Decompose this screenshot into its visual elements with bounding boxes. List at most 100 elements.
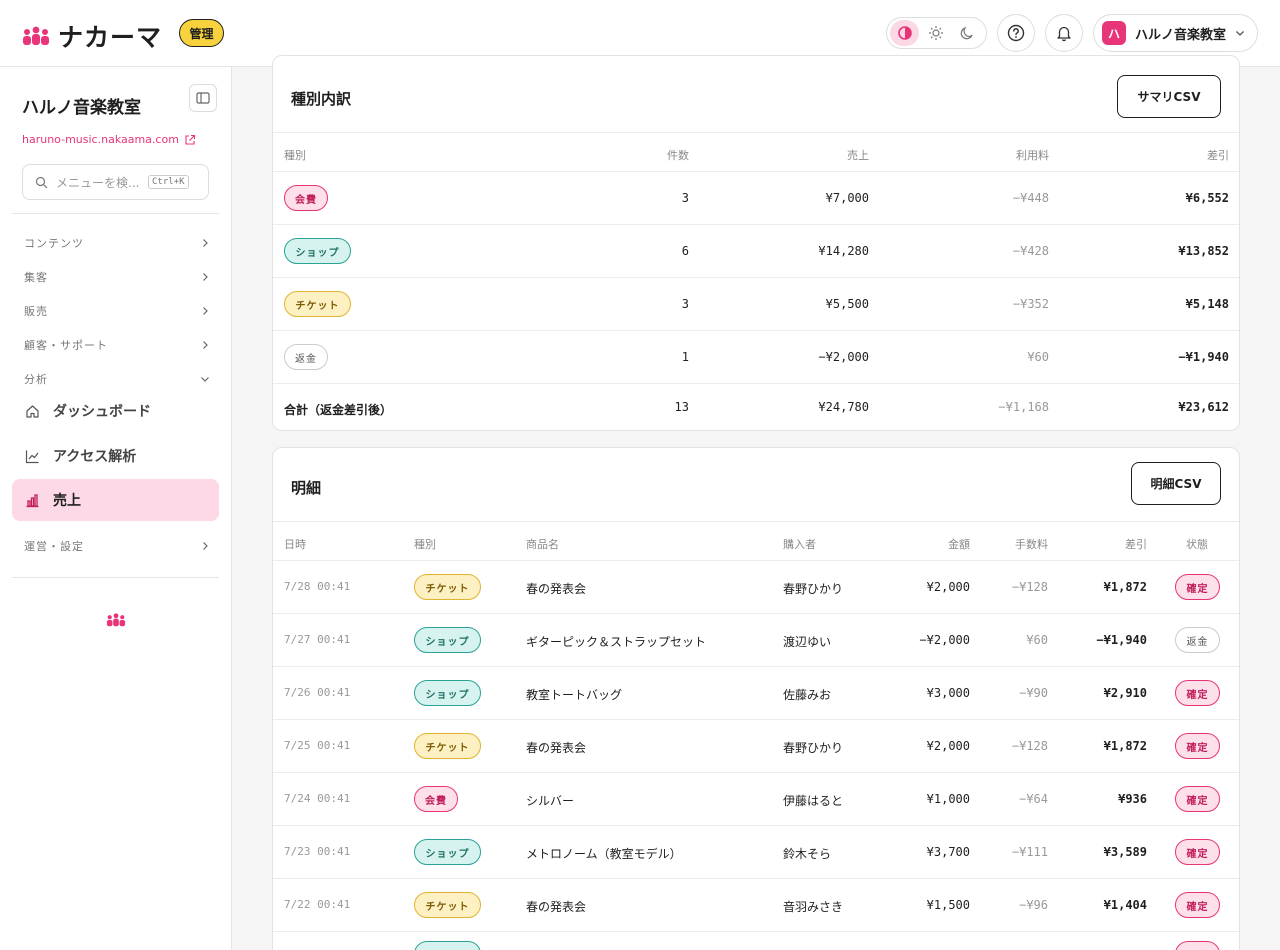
status-badge: 返金 — [1175, 627, 1220, 653]
org-name: ハルノ音楽教室 — [1135, 27, 1227, 43]
theme-switcher — [886, 17, 987, 49]
type-badge: ショップ — [414, 680, 481, 706]
table-row[interactable]: 7/28 00:41 チケット 春の発表会 春野ひかり ¥2,000 −¥128… — [273, 561, 1239, 614]
col-type: 種別 — [414, 538, 436, 551]
buyer-cell: 鈴木そら — [783, 847, 832, 861]
external-link-icon — [185, 134, 195, 145]
date-cell: 7/26 00:41 — [284, 686, 351, 699]
status-badge: 確定 — [1175, 574, 1220, 600]
amount-cell: −¥2,000 — [919, 633, 970, 647]
notifications-button[interactable] — [1045, 14, 1083, 52]
theme-auto-button[interactable] — [890, 20, 919, 46]
type-badge: ショップ — [414, 627, 481, 653]
search-icon — [35, 176, 48, 188]
type-badge: チケット — [414, 892, 481, 918]
brand-logo[interactable]: ナカーマ — [22, 18, 162, 54]
type-badge: チケット — [414, 733, 481, 759]
sun-icon — [928, 26, 943, 40]
item-cell: 春の発表会 — [526, 900, 587, 914]
fee-cell: −¥64 — [1019, 792, 1048, 806]
theme-dark-button[interactable] — [952, 20, 981, 46]
status-badge: 確定 — [1175, 839, 1220, 865]
net-cell: −¥1,940 — [1096, 633, 1147, 647]
table-row[interactable]: 7/24 00:41 会費 シルバー 伊藤はると ¥1,000 −¥64 ¥93… — [273, 773, 1239, 826]
type-badge: チケット — [414, 574, 481, 600]
sidebar-section-customers[interactable]: 顧客・サポート — [24, 337, 210, 353]
date-cell: 7/22 00:41 — [284, 898, 351, 911]
table-row[interactable]: 7/26 00:41 ショップ 教室トートバッグ 佐藤みお ¥3,000 −¥9… — [273, 667, 1239, 720]
status-badge: 確定 — [1175, 786, 1220, 812]
fee-cell: −¥128 — [1011, 739, 1048, 753]
summary-csv-button[interactable]: サマリCSV — [1117, 75, 1221, 118]
detail-title: 明細 — [291, 479, 322, 497]
footer-logo — [103, 612, 129, 631]
community-icon — [23, 26, 49, 45]
sidebar-item-access-analytics[interactable]: アクセス解析 — [12, 435, 219, 477]
net-cell: ¥1,872 — [1103, 739, 1147, 753]
item-cell: 春の発表会 — [526, 741, 587, 755]
chevron-right-icon — [203, 307, 208, 315]
community-icon — [106, 613, 126, 627]
section-label: 集客 — [24, 271, 48, 284]
total-row: 合計（返金差引後） 13 ¥24,780 −¥1,168 ¥23,612 — [273, 384, 1239, 430]
sidebar-section-analytics[interactable]: 分析 — [24, 371, 210, 387]
item-cell: シルバー — [526, 794, 575, 808]
moon-icon — [960, 26, 973, 40]
sidebar-title: ハルノ音楽教室 — [22, 98, 141, 118]
buyer-cell: 音羽みさき — [783, 900, 844, 914]
net-cell: ¥2,910 — [1103, 686, 1147, 700]
col-status: 状態 — [1186, 538, 1208, 551]
fee-cell: ¥60 — [1027, 350, 1049, 364]
table-row[interactable]: 7/22 00:41 チケット 春の発表会 音羽みさき ¥1,500 −¥96 … — [273, 879, 1239, 932]
date-cell: 7/28 00:41 — [284, 580, 351, 593]
sidebar-section-contents[interactable]: コンテンツ — [24, 235, 210, 251]
table-row[interactable]: 7/27 00:41 ショップ ギターピック＆ストラップセット 渡辺ゆい −¥2… — [273, 614, 1239, 667]
section-label: 顧客・サポート — [24, 339, 108, 352]
item-cell: ギターピック＆ストラップセット — [526, 635, 707, 649]
org-switcher[interactable]: ハ ハルノ音楽教室 — [1093, 14, 1258, 52]
fee-cell: ¥60 — [1026, 633, 1048, 647]
date-cell: 7/24 00:41 — [284, 792, 351, 805]
buyer-cell: 春野ひかり — [783, 582, 844, 596]
chevron-right-icon — [203, 239, 208, 247]
bell-icon — [1057, 26, 1071, 42]
date-cell: 7/25 00:41 — [284, 739, 351, 752]
sidebar: ハルノ音楽教室 haruno-music.nakaama.com メニューを検.… — [0, 67, 232, 950]
status-badge: 確定 — [1175, 733, 1220, 759]
sidebar-item-label: アクセス解析 — [53, 449, 137, 465]
help-button[interactable] — [997, 14, 1035, 52]
table-row[interactable] — [273, 932, 1239, 950]
sidebar-collapse-button[interactable] — [189, 84, 217, 112]
admin-badge: 管理 — [179, 19, 224, 47]
net-cell: ¥936 — [1118, 792, 1147, 806]
buyer-cell: 渡辺ゆい — [783, 635, 832, 649]
table-row: 返金 1 −¥2,000 ¥60 −¥1,940 — [273, 331, 1239, 384]
site-url-link[interactable]: haruno-music.nakaama.com — [22, 133, 196, 146]
sidebar-section-sales[interactable]: 販売 — [24, 303, 210, 319]
sales-cell: ¥7,000 — [825, 191, 869, 205]
count-cell: 1 — [681, 350, 689, 364]
sales-cell: ¥24,780 — [818, 400, 869, 414]
sidebar-section-settings[interactable]: 運営・設定 — [24, 538, 210, 554]
sidebar-section-marketing[interactable]: 集客 — [24, 269, 210, 285]
sidebar-item-sales[interactable]: 売上 — [12, 479, 219, 521]
home-icon — [26, 404, 39, 418]
date-cell: 7/23 00:41 — [284, 845, 351, 858]
detail-csv-button[interactable]: 明細CSV — [1131, 462, 1221, 505]
sidebar-item-dashboard[interactable]: ダッシュボード — [12, 390, 219, 432]
sidebar-item-label: ダッシュボード — [53, 404, 151, 420]
sales-cell: −¥2,000 — [818, 350, 869, 364]
chevron-right-icon — [203, 542, 208, 550]
theme-light-button[interactable] — [921, 20, 950, 46]
count-cell: 3 — [681, 191, 689, 205]
type-badge: 会費 — [414, 786, 458, 812]
fee-cell: −¥90 — [1019, 686, 1048, 700]
fee-cell: −¥96 — [1019, 898, 1048, 912]
col-sales: 売上 — [847, 149, 869, 162]
table-row[interactable]: 7/25 00:41 チケット 春の発表会 春野ひかり ¥2,000 −¥128… — [273, 720, 1239, 773]
table-row[interactable]: 7/23 00:41 ショップ メトロノーム（教室モデル） 鈴木そら ¥3,70… — [273, 826, 1239, 879]
menu-search-input[interactable]: メニューを検... Ctrl+K — [22, 164, 209, 200]
chevron-right-icon — [203, 341, 208, 349]
search-shortcut: Ctrl+K — [148, 175, 189, 189]
net-cell: ¥13,852 — [1178, 244, 1229, 258]
